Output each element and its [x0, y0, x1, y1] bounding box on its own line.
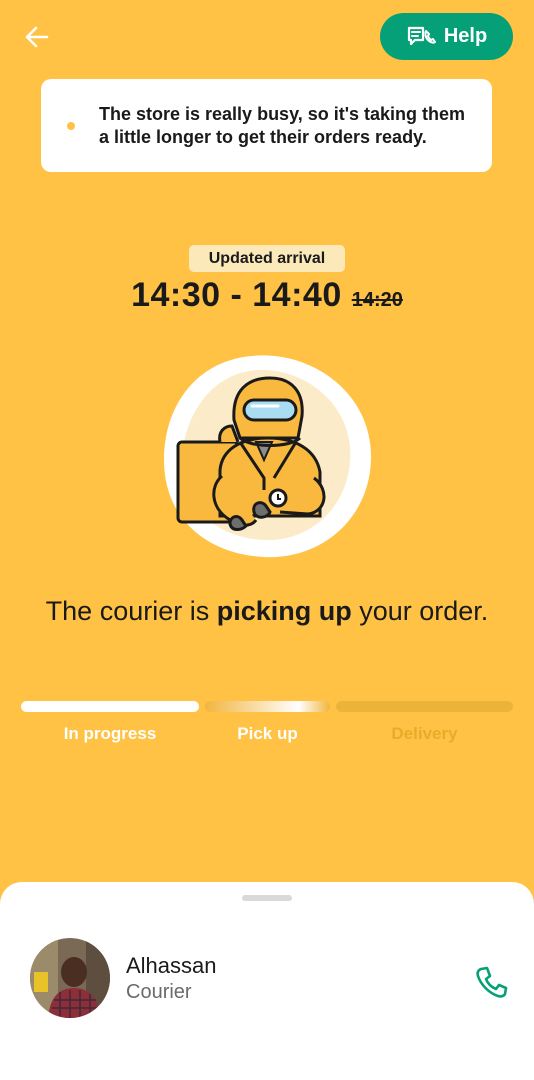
help-label: Help [443, 25, 488, 47]
delay-notice: The store is really busy, so it's taking… [41, 79, 492, 172]
help-button[interactable]: Help [380, 13, 513, 60]
courier-illustration [164, 355, 372, 558]
sheet-drag-handle[interactable] [242, 895, 292, 901]
updated-arrival-badge: Updated arrival [189, 245, 345, 272]
phone-icon [476, 966, 508, 998]
chat-phone-icon [407, 26, 436, 45]
back-button[interactable] [20, 22, 54, 52]
status-prefix: The courier is [45, 596, 217, 626]
step-label-delivery: Delivery [391, 724, 458, 743]
courier-name: Alhassan [126, 953, 217, 978]
progress-bar-delivery [336, 701, 513, 712]
status-emphasis: picking up [216, 596, 352, 626]
notice-text: The store is really busy, so it's taking… [99, 103, 466, 147]
status-suffix: your order. [351, 596, 489, 626]
eta-previous: 14:20 [351, 289, 403, 311]
order-progress [0, 701, 534, 713]
arrow-left-icon [25, 26, 49, 48]
eta-window: 14:30 - 14:40 [131, 276, 342, 314]
courier-sheet[interactable]: Alhassan Courier [0, 882, 534, 1080]
call-courier-button[interactable] [470, 960, 514, 1004]
step-label-in-progress: In progress [63, 724, 157, 743]
eta-row: 14:30 - 14:40 14:20 [0, 276, 534, 320]
notice-dot [67, 121, 75, 130]
order-status-message: The courier is picking up your order. [30, 594, 504, 629]
courier-photo [30, 938, 110, 1018]
progress-bar-pick-up [205, 701, 330, 712]
progress-bar-in-progress [21, 701, 199, 712]
courier-avatar [30, 938, 110, 1018]
courier-role: Courier [126, 981, 192, 1003]
step-label-pick-up: Pick up [237, 724, 298, 743]
